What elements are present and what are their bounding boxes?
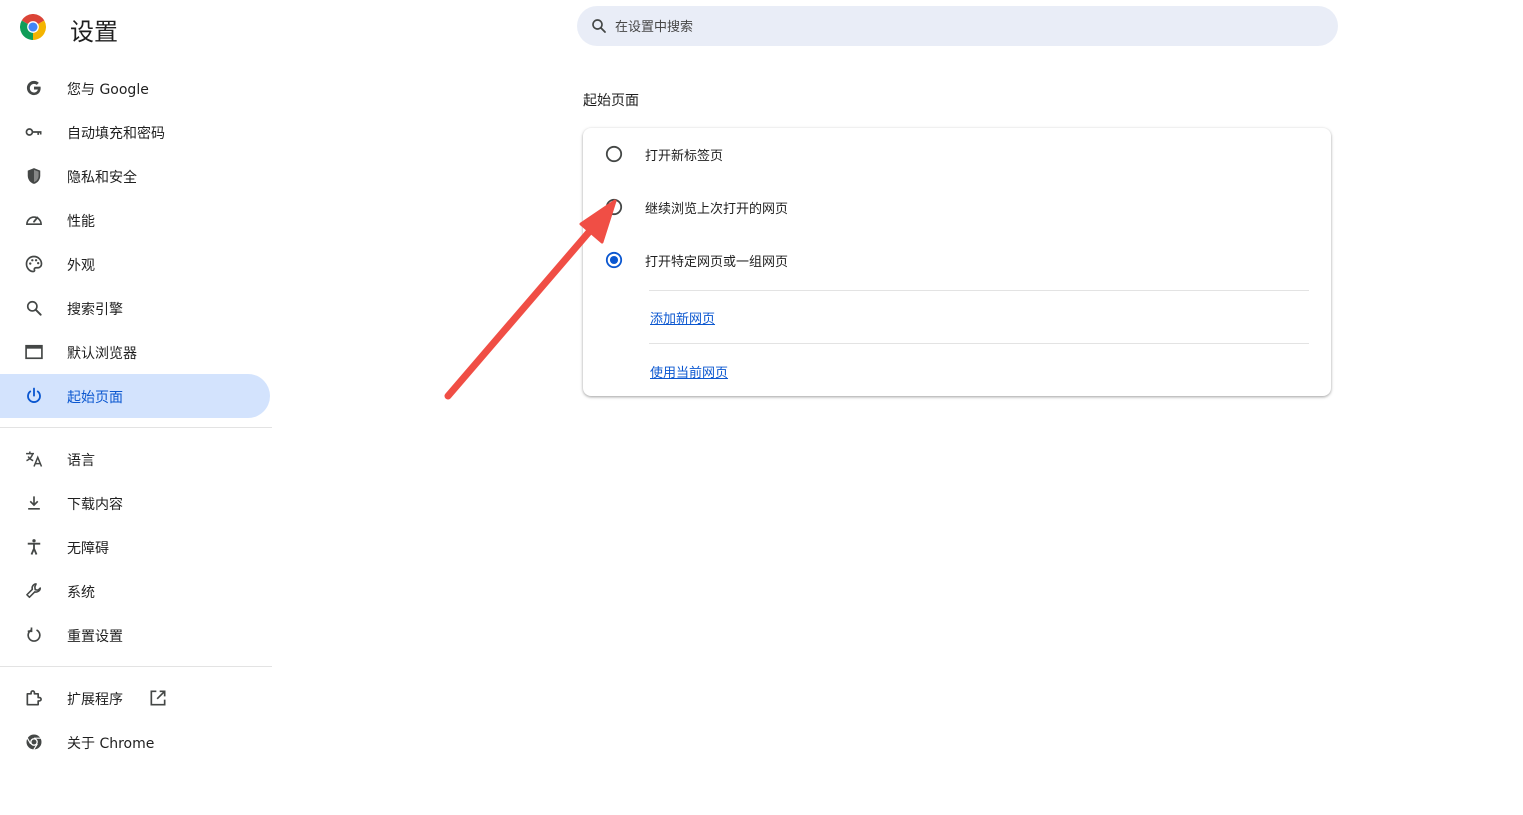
sidebar-item-search-engine[interactable]: 搜索引擎 (0, 286, 272, 330)
sidebar-item-performance[interactable]: 性能 (0, 198, 272, 242)
radio-button[interactable] (605, 198, 623, 216)
external-link-icon (150, 690, 166, 706)
sidebar-item-downloads[interactable]: 下载内容 (0, 481, 272, 525)
sidebar-item-label: 隐私和安全 (67, 170, 137, 186)
accessibility-icon (27, 539, 41, 555)
translate-icon (26, 451, 43, 467)
sidebar-item-label: 起始页面 (67, 390, 123, 406)
sidebar-item-languages[interactable]: 语言 (0, 437, 272, 481)
browser-window-icon (25, 344, 43, 360)
sidebar-item-system[interactable]: 系统 (0, 569, 272, 613)
sidebar-item-on-startup[interactable]: 起始页面 (0, 374, 270, 418)
search-bar[interactable] (577, 6, 1338, 48)
sidebar-item-accessibility[interactable]: 无障碍 (0, 525, 272, 569)
card-divider (649, 343, 1309, 344)
google-icon (26, 80, 41, 96)
radio-option-continue[interactable]: 继续浏览上次打开的网页 (583, 181, 1331, 234)
search-input[interactable] (613, 6, 1317, 48)
sidebar-item-label: 无障碍 (67, 541, 109, 557)
sidebar-item-extensions[interactable]: 扩展程序 (0, 676, 272, 720)
section-title: 起始页面 (583, 93, 639, 109)
sidebar-divider (0, 666, 272, 667)
chrome-logo-icon (20, 14, 46, 40)
sidebar-item-about-chrome[interactable]: 关于 Chrome (0, 720, 272, 764)
sidebar: 您与 Google 自动填充和密码 隐私和安全 性能 外观 搜索引擎 默认浏览器… (0, 66, 272, 764)
startup-options-card: 打开新标签页 继续浏览上次打开的网页 打开特定网页或一组网页 添加新网页 使用当… (583, 128, 1331, 396)
sidebar-item-privacy[interactable]: 隐私和安全 (0, 154, 272, 198)
radio-label: 打开特定网页或一组网页 (645, 255, 789, 270)
sidebar-item-label: 默认浏览器 (67, 346, 137, 362)
sidebar-item-label: 下载内容 (67, 497, 123, 513)
sidebar-item-reset[interactable]: 重置设置 (0, 613, 272, 657)
sidebar-item-appearance[interactable]: 外观 (0, 242, 272, 286)
search-icon (592, 19, 606, 33)
download-icon (28, 496, 40, 510)
shield-icon (27, 168, 41, 184)
sidebar-item-label: 性能 (67, 214, 95, 230)
use-current-pages-link[interactable]: 使用当前网页 (650, 362, 728, 381)
reset-icon (27, 627, 41, 642)
radio-button[interactable] (605, 145, 623, 163)
speedometer-icon (26, 216, 42, 225)
card-divider (649, 290, 1309, 291)
sidebar-item-label: 重置设置 (67, 629, 123, 645)
key-icon (25, 128, 42, 136)
power-icon (27, 387, 41, 403)
radio-option-new-tab[interactable]: 打开新标签页 (583, 128, 1331, 181)
puzzle-icon (26, 690, 42, 706)
sidebar-item-label: 关于 Chrome (67, 736, 155, 752)
sidebar-item-default-browser[interactable]: 默认浏览器 (0, 330, 272, 374)
radio-button-selected[interactable] (605, 251, 623, 269)
sidebar-item-label: 自动填充和密码 (67, 126, 165, 142)
sidebar-item-label: 扩展程序 (67, 692, 123, 708)
sidebar-item-label: 系统 (67, 585, 95, 601)
sidebar-item-autofill[interactable]: 自动填充和密码 (0, 110, 272, 154)
search-icon (26, 300, 42, 316)
add-new-page-link[interactable]: 添加新网页 (650, 308, 715, 327)
sidebar-divider (0, 427, 272, 428)
chrome-icon (26, 734, 42, 750)
wrench-icon (26, 583, 42, 599)
radio-option-specific-pages[interactable]: 打开特定网页或一组网页 (583, 234, 1331, 287)
sidebar-item-label: 搜索引擎 (67, 302, 123, 318)
sidebar-item-label: 语言 (67, 453, 95, 469)
radio-label: 打开新标签页 (645, 149, 724, 164)
sidebar-item-label: 您与 Google (67, 82, 149, 98)
page-title: 设置 (70, 18, 118, 46)
sidebar-item-label: 外观 (67, 258, 95, 274)
radio-label: 继续浏览上次打开的网页 (645, 202, 789, 217)
sidebar-item-you-and-google[interactable]: 您与 Google (0, 66, 272, 110)
palette-icon (25, 255, 43, 273)
